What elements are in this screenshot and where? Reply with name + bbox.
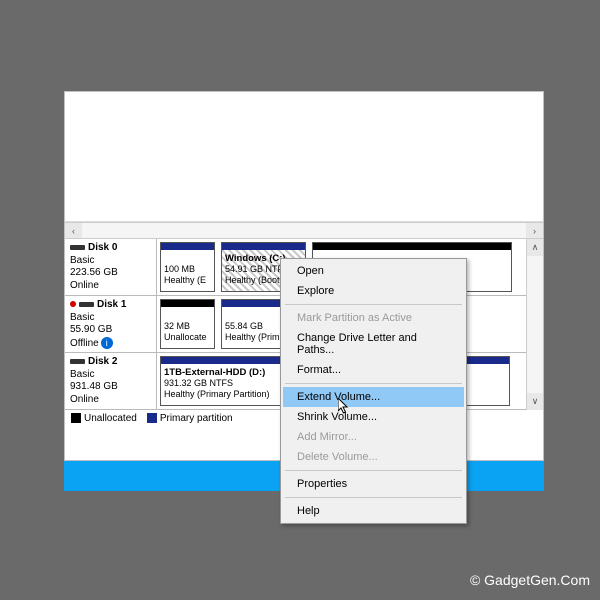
disk-status: Online [70, 394, 99, 405]
disk-status: Online [70, 280, 99, 291]
horizontal-scrollbar[interactable]: ‹ › [65, 222, 543, 239]
menu-item[interactable]: Format... [283, 360, 464, 380]
menu-separator [285, 497, 462, 498]
disk-icon [79, 302, 94, 307]
partition-size: 32 MB [164, 321, 211, 332]
disk-size: 223.56 GB [70, 267, 118, 278]
scroll-track[interactable] [527, 256, 543, 393]
partition-size: 100 MB [164, 264, 211, 275]
info-icon: i [101, 337, 113, 349]
partition-topbar [161, 300, 214, 307]
scroll-right-arrow-icon[interactable]: › [526, 223, 543, 238]
menu-item[interactable]: Change Drive Letter and Paths... [283, 328, 464, 360]
disk-info[interactable]: Disk 0 Basic223.56 GB Online [65, 239, 157, 295]
disk-info[interactable]: Disk 1Basic55.90 GB Offlinei [65, 296, 157, 352]
context-menu: OpenExplore Mark Partition as ActiveChang… [280, 258, 467, 524]
disk-type: Basic [70, 369, 94, 380]
menu-item: Mark Partition as Active [283, 308, 464, 328]
partition[interactable]: 100 MBHealthy (E [160, 242, 215, 292]
disk-type: Basic [70, 255, 94, 266]
vertical-scrollbar[interactable]: ∧ ∨ [526, 239, 543, 410]
menu-separator [285, 304, 462, 305]
disk-name: Disk 1 [97, 299, 126, 310]
menu-item[interactable]: Extend Volume... [283, 387, 464, 407]
scroll-track[interactable] [82, 223, 526, 238]
upper-pane [65, 92, 543, 222]
menu-item: Add Mirror... [283, 427, 464, 447]
menu-item[interactable]: Explore [283, 281, 464, 301]
scroll-left-arrow-icon[interactable]: ‹ [65, 223, 82, 238]
disk-size: 55.90 GB [70, 324, 112, 335]
disk-size: 931.48 GB [70, 381, 118, 392]
partition-status: Unallocate [164, 332, 211, 343]
disk-name: Disk 2 [88, 356, 117, 367]
partition[interactable]: 32 MBUnallocate [160, 299, 215, 349]
menu-item[interactable]: Properties [283, 474, 464, 494]
disk-icon [70, 359, 85, 364]
partition-topbar [222, 243, 305, 250]
disk-type: Basic [70, 312, 94, 323]
menu-item[interactable]: Help [283, 501, 464, 521]
partition-status: Healthy (E [164, 275, 211, 286]
menu-item[interactable]: Open [283, 261, 464, 281]
menu-item: Delete Volume... [283, 447, 464, 467]
legend-swatch-primary [147, 413, 157, 423]
disk-icon [70, 245, 85, 250]
menu-separator [285, 470, 462, 471]
scroll-down-arrow-icon[interactable]: ∨ [527, 393, 543, 410]
legend-swatch-unallocated [71, 413, 81, 423]
partition-topbar [161, 243, 214, 250]
scroll-up-arrow-icon[interactable]: ∧ [527, 239, 543, 256]
partition-topbar [313, 243, 511, 250]
watermark: © GadgetGen.Com [470, 572, 590, 588]
legend-label-unallocated: Unallocated [84, 413, 137, 424]
legend-label-primary: Primary partition [160, 413, 233, 424]
error-dot-icon [70, 299, 79, 310]
menu-separator [285, 383, 462, 384]
menu-item[interactable]: Shrink Volume... [283, 407, 464, 427]
disk-name: Disk 0 [88, 242, 117, 253]
disk-info[interactable]: Disk 2 Basic931.48 GB Online [65, 353, 157, 409]
disk-status: Offline [70, 338, 99, 349]
